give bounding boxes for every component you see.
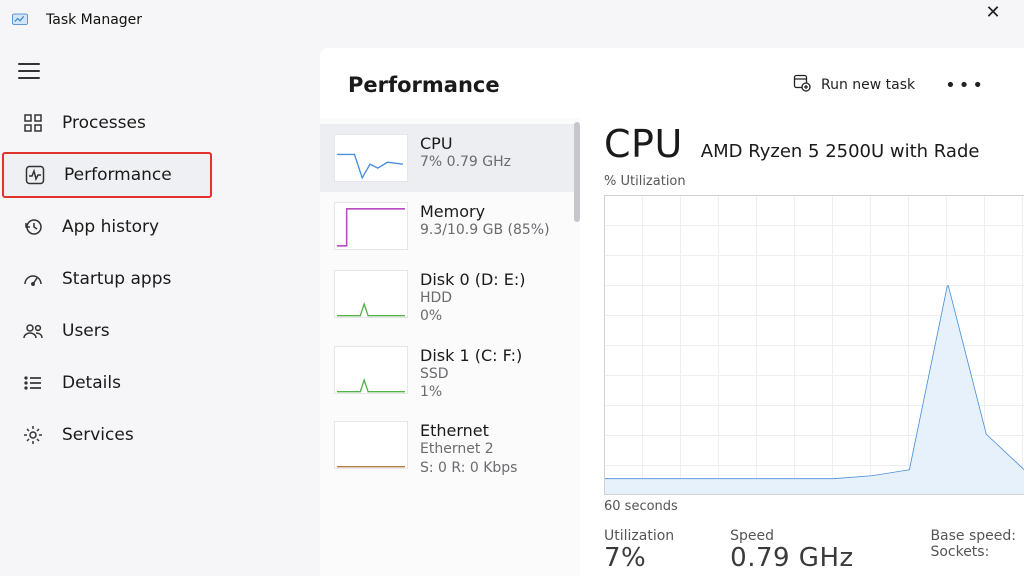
perf-item-title: CPU [420,134,511,153]
cpu-detail: CPU AMD Ryzen 5 2500U with Rade % Utiliz… [580,118,1024,576]
grid-icon [22,112,44,134]
sidebar-item-startup-apps[interactable]: Startup apps [0,256,320,302]
perf-item-sub: HDD [420,289,526,307]
cpu-graph [604,195,1024,495]
perf-thumb [334,346,408,394]
run-task-label: Run new task [821,77,915,93]
sidebar-item-app-history[interactable]: App history [0,204,320,250]
perf-item-title: Disk 0 (D: E:) [420,270,526,289]
titlebar: Task Manager ✕ [0,0,1024,40]
stats-row: Utilization 7% Speed 0.79 GHz Base speed… [604,514,1024,573]
run-new-task-button[interactable]: Run new task [783,68,925,102]
sidebar-item-services[interactable]: Services [0,412,320,458]
hamburger-button[interactable] [0,52,320,100]
window-title: Task Manager [46,12,142,28]
perf-item-sub: 9.3/10.9 GB (85%) [420,221,550,239]
users-icon [22,320,44,342]
perf-item-title: Ethernet [420,421,517,440]
perf-item[interactable]: Disk 1 (C: F:)SSD1% [320,336,580,412]
sidebar-item-processes[interactable]: Processes [0,100,320,146]
utilization-axis-label: % Utilization [604,174,1024,189]
history-icon [22,216,44,238]
nav-label: App history [62,217,159,237]
nav-label: Services [62,425,134,445]
perf-thumb [334,421,408,469]
cpu-model: AMD Ryzen 5 2500U with Rade [701,141,980,162]
detail-title: CPU [604,122,683,166]
perf-item-sub: 7% 0.79 GHz [420,153,511,171]
app-icon [8,8,32,32]
list-icon [22,372,44,394]
utilization-label: Utilization [604,528,674,544]
perf-item-sub: SSD [420,365,522,383]
nav-label: Performance [64,165,172,185]
perf-list[interactable]: CPU7% 0.79 GHz Memory9.3/10.9 GB (85%) D… [320,118,580,576]
utilization-value: 7% [604,544,674,573]
main-panel: Performance Run new task ••• CPU7% 0.79 … [320,48,1024,576]
perf-item-sub: Ethernet 2 [420,440,517,458]
sidebar-item-details[interactable]: Details [0,360,320,406]
perf-item-sub: 0% [420,307,526,325]
perf-item-title: Memory [420,202,550,221]
page-title: Performance [348,73,783,97]
nav-label: Processes [62,113,146,133]
speed-label: Speed [730,528,854,544]
close-icon[interactable]: ✕ [970,2,1016,23]
graph-x-label: 60 seconds [604,499,1024,514]
base-speed-label: Base speed: [930,528,1016,544]
perf-thumb [334,134,408,182]
speed-value: 0.79 GHz [730,544,854,573]
sidebar: Processes Performance App history Startu… [0,40,320,576]
perf-item-title: Disk 1 (C: F:) [420,346,522,365]
nav-label: Users [62,321,110,341]
perf-item-sub: 1% [420,383,522,401]
main-header: Performance Run new task ••• [320,48,1024,118]
run-task-icon [793,74,811,96]
pulse-icon [24,164,46,186]
perf-item[interactable]: CPU7% 0.79 GHz [320,124,580,192]
perf-thumb [334,270,408,318]
more-button[interactable]: ••• [935,73,996,98]
gauge-icon [22,268,44,290]
nav-label: Details [62,373,121,393]
sidebar-item-performance[interactable]: Performance [2,152,212,198]
sockets-label: Sockets: [930,544,1016,560]
sidebar-item-users[interactable]: Users [0,308,320,354]
perf-item[interactable]: Memory9.3/10.9 GB (85%) [320,192,580,260]
perf-item-sub: S: 0 R: 0 Kbps [420,459,517,477]
nav-list: Processes Performance App history Startu… [0,100,320,458]
perf-item[interactable]: Disk 0 (D: E:)HDD0% [320,260,580,336]
perf-item[interactable]: EthernetEthernet 2S: 0 R: 0 Kbps [320,411,580,487]
gear-icon [22,424,44,446]
nav-label: Startup apps [62,269,171,289]
perf-thumb [334,202,408,250]
